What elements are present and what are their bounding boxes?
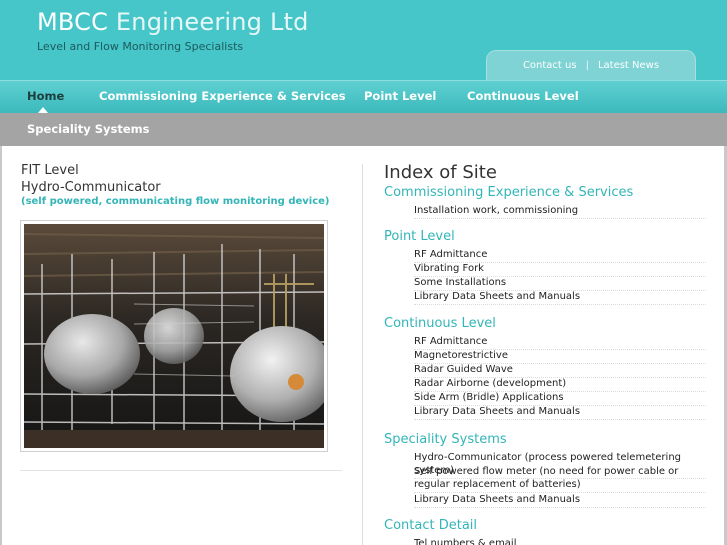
nav-point-level[interactable]: Point Level <box>364 89 436 103</box>
index-link-side-arm[interactable]: Side Arm (Bridle) Applications <box>414 391 706 406</box>
index-link-flow-meter[interactable]: Self powered flow meter (no need for pow… <box>414 465 706 493</box>
site-logo[interactable]: MBCC Engineering Ltd <box>37 8 309 36</box>
index-link-library-spec[interactable]: Library Data Sheets and Manuals <box>414 493 706 508</box>
site-header: MBCC Engineering Ltd Level and Flow Moni… <box>0 0 727 80</box>
index-heading-continuous-level[interactable]: Continuous Level <box>384 316 496 331</box>
brand-main: MBCC <box>37 8 109 36</box>
index-link-library-cont[interactable]: Library Data Sheets and Manuals <box>414 405 706 420</box>
nav-continuous-level[interactable]: Continuous Level <box>467 89 579 103</box>
main-content: FIT Level Hydro-Communicator (self power… <box>2 146 724 545</box>
site-tagline: Level and Flow Monitoring Specialists <box>37 40 244 53</box>
feature-title-line2: Hydro-Communicator <box>21 180 161 195</box>
column-divider <box>362 164 363 545</box>
index-title: Index of Site <box>384 162 497 183</box>
index-link-installation[interactable]: Installation work, commissioning <box>414 204 706 219</box>
index-link-magnetorestrictive[interactable]: Magnetorestrictive <box>414 349 706 364</box>
secondary-nav: Speciality Systems <box>0 113 727 146</box>
index-link-rf-admittance-cont[interactable]: RF Admittance <box>414 335 706 350</box>
nav-commissioning[interactable]: Commissioning Experience & Services <box>99 89 346 103</box>
index-link-contact[interactable]: Tel numbers & email <box>414 537 706 545</box>
index-link-radar-guided[interactable]: Radar Guided Wave <box>414 363 706 378</box>
latest-news-link[interactable]: Latest News <box>598 60 659 71</box>
feature-photo <box>24 224 324 448</box>
index-heading-point-level[interactable]: Point Level <box>384 229 455 244</box>
nav-home[interactable]: Home <box>27 89 64 103</box>
index-link-rf-admittance[interactable]: RF Admittance <box>414 248 706 263</box>
main-nav: Home Commissioning Experience & Services… <box>0 80 727 113</box>
index-link-radar-airborne[interactable]: Radar Airborne (development) <box>414 377 706 392</box>
top-links: Contact us | Latest News <box>486 50 696 80</box>
index-heading-speciality[interactable]: Speciality Systems <box>384 432 507 447</box>
feature-subtitle: (self powered, communicating flow monito… <box>21 196 330 207</box>
nav-speciality-systems[interactable]: Speciality Systems <box>27 122 149 136</box>
feature-photo-frame <box>20 220 328 452</box>
index-heading-contact[interactable]: Contact Detail <box>384 518 477 533</box>
left-divider <box>20 470 342 471</box>
brand-rest: Engineering Ltd <box>115 8 309 36</box>
feature-title: FIT Level Hydro-Communicator <box>21 162 161 196</box>
index-link-vibrating-fork[interactable]: Vibrating Fork <box>414 262 706 277</box>
link-separator: | <box>585 60 589 71</box>
index-link-library[interactable]: Library Data Sheets and Manuals <box>414 290 706 305</box>
feature-title-line1: FIT Level <box>21 163 79 178</box>
index-heading-commissioning[interactable]: Commissioning Experience & Services <box>384 185 633 200</box>
index-link-installations[interactable]: Some Installations <box>414 276 706 291</box>
contact-us-link[interactable]: Contact us <box>523 60 577 71</box>
